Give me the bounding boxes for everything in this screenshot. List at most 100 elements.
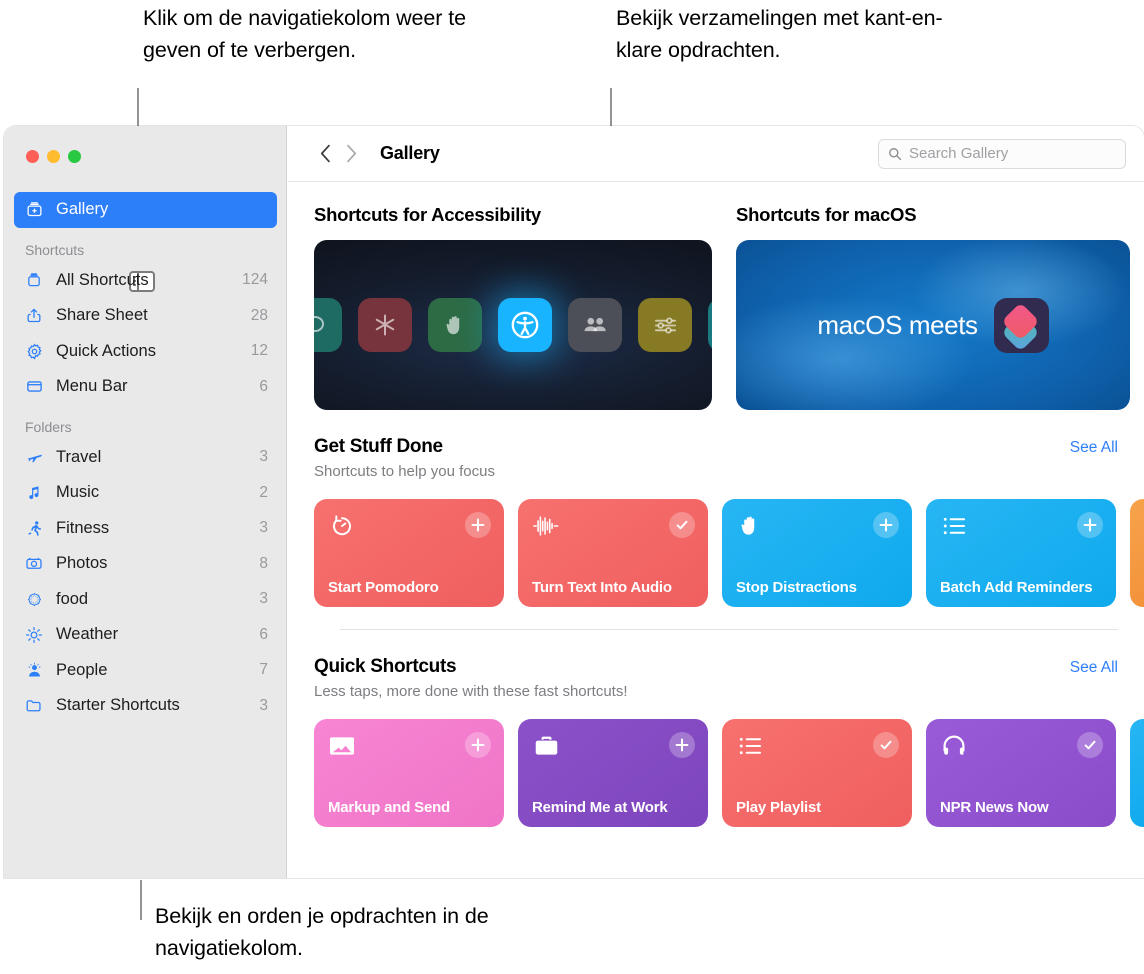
sidebar-item-gallery[interactable]: Gallery [14, 192, 277, 228]
sidebar-item-weather[interactable]: Weather 6 [14, 617, 277, 653]
music-note-icon [23, 482, 45, 504]
shortcuts-icon [23, 269, 45, 291]
shortcut-card[interactable]: Remind Me at Work [518, 719, 708, 827]
add-shortcut-button[interactable] [873, 512, 899, 538]
section-subtitle: Shortcuts to help you focus [314, 463, 495, 480]
add-shortcut-button[interactable] [465, 732, 491, 758]
gallery-icon [23, 199, 45, 221]
sparkle-circle-icon [23, 588, 45, 610]
search-input[interactable] [909, 145, 1116, 162]
plus-icon [708, 298, 712, 352]
sidebar-item-count: 3 [259, 519, 268, 537]
search-icon [888, 147, 902, 161]
page-root: Klik om de navigatiekolom weer te geven … [0, 0, 1144, 974]
shortcut-card-name: Markup and Send [328, 799, 451, 816]
sidebar-item-count: 124 [242, 271, 268, 289]
medical-asterisk-icon [358, 298, 412, 352]
sidebar-item-count: 7 [259, 661, 268, 679]
shortcut-card[interactable]: NPR News Now [926, 719, 1116, 827]
section-header: Get Stuff Done See All [314, 436, 1144, 458]
sidebar-item-label: Menu Bar [56, 377, 128, 396]
shortcut-card-partial[interactable] [1130, 499, 1144, 607]
shortcut-card[interactable]: Stop Distractions [722, 499, 912, 607]
content-area: Gallery Shortcuts for Accessibility [288, 126, 1144, 878]
section-subtitle: Less taps, more done with these fast sho… [314, 683, 628, 700]
added-check-badge[interactable] [1077, 732, 1103, 758]
shortcut-card-name: Remind Me at Work [532, 799, 668, 816]
shortcut-card-partial[interactable] [1130, 719, 1144, 827]
banner-accessibility[interactable]: Shortcuts for Accessibility [314, 204, 712, 410]
sidebar: Gallery Shortcuts All Shortcuts 124 Shar… [4, 126, 287, 878]
callout-sidebar-toggle: Klik om de navigatiekolom weer te geven … [143, 6, 466, 62]
zoom-button[interactable] [68, 150, 81, 163]
hand-raised-icon [736, 512, 764, 540]
sidebar-item-people[interactable]: People 7 [14, 653, 277, 689]
sidebar-section-header-folders: Folders [25, 418, 72, 435]
back-button[interactable] [312, 139, 338, 169]
sidebar-item-count: 8 [259, 554, 268, 572]
shortcuts-logo-icon [993, 297, 1049, 353]
see-all-link[interactable]: See All [1070, 439, 1118, 457]
sidebar-item-travel[interactable]: Travel 3 [14, 440, 277, 476]
sidebar-item-label: Quick Actions [56, 341, 156, 360]
share-icon [23, 305, 45, 327]
gallery-scroll-area[interactable]: Shortcuts for Accessibility Shortcuts fo… [288, 182, 1144, 878]
toolbar: Gallery [288, 126, 1144, 182]
sidebar-item-label: food [56, 589, 89, 608]
sidebar-item-food[interactable]: food 3 [14, 582, 277, 618]
add-shortcut-button[interactable] [1077, 512, 1103, 538]
shortcut-card[interactable]: Start Pomodoro [314, 499, 504, 607]
shortcuts-app-window: Gallery Shortcuts All Shortcuts 124 Shar… [4, 126, 1144, 878]
shortcut-card[interactable]: Batch Add Reminders [926, 499, 1116, 607]
banner-title: Shortcuts for macOS [736, 204, 917, 225]
sidebar-section-header-shortcuts: Shortcuts [25, 241, 85, 258]
photo-icon [328, 732, 356, 760]
sidebar-item-fitness[interactable]: Fitness 3 [14, 511, 277, 547]
sidebar-item-label: Share Sheet [56, 306, 148, 325]
added-check-badge[interactable] [873, 732, 899, 758]
banner-macos[interactable]: Shortcuts for macOS macOS meets [736, 204, 1130, 410]
sidebar-item-music[interactable]: Music 2 [14, 475, 277, 511]
sidebar-item-starter-shortcuts[interactable]: Starter Shortcuts 3 [14, 688, 277, 724]
add-shortcut-button[interactable] [465, 512, 491, 538]
sidebar-item-all-shortcuts[interactable]: All Shortcuts 124 [14, 263, 277, 299]
running-person-icon [23, 517, 45, 539]
shortcut-card-name: Stop Distractions [736, 579, 857, 596]
briefcase-icon [532, 732, 560, 760]
accessibility-app-icons [314, 298, 712, 352]
sidebar-item-share-sheet[interactable]: Share Sheet 28 [14, 298, 277, 334]
sidebar-list: Gallery Shortcuts All Shortcuts 124 Shar… [4, 192, 287, 724]
sidebar-item-quick-actions[interactable]: Quick Actions 12 [14, 334, 277, 370]
banner-title: Shortcuts for Accessibility [314, 204, 541, 225]
shortcut-card[interactable]: Markup and Send [314, 719, 504, 827]
banner-image[interactable] [314, 240, 712, 410]
list-icon [736, 732, 764, 760]
section-title: Quick Shortcuts [314, 656, 457, 677]
search-field[interactable] [878, 138, 1126, 169]
see-all-link[interactable]: See All [1070, 659, 1118, 677]
section-get-stuff-done: Get Stuff Done See All Shortcuts to help… [288, 436, 1144, 630]
sidebar-item-label: All Shortcuts [56, 270, 149, 289]
waveform-icon [532, 512, 560, 540]
shortcut-card-name: NPR News Now [940, 799, 1049, 816]
banner-image[interactable]: macOS meets [736, 240, 1130, 410]
headphones-icon [940, 732, 968, 760]
shortcut-card[interactable]: Play Playlist [722, 719, 912, 827]
forward-button[interactable] [338, 139, 364, 169]
added-check-badge[interactable] [669, 512, 695, 538]
sidebar-item-count: 6 [259, 377, 268, 395]
sliders-icon [638, 298, 692, 352]
shortcut-card[interactable]: Turn Text Into Audio [518, 499, 708, 607]
minimize-button[interactable] [47, 150, 60, 163]
sidebar-item-menu-bar[interactable]: Menu Bar 6 [14, 369, 277, 405]
featured-banner-row: Shortcuts for Accessibility Shortcuts fo… [288, 204, 1144, 410]
sidebar-item-count: 28 [250, 306, 268, 324]
sidebar-item-label: Photos [56, 554, 108, 573]
folder-icon [23, 695, 45, 717]
close-button[interactable] [26, 150, 39, 163]
sidebar-item-label: Gallery [56, 200, 109, 219]
page-title: Gallery [380, 143, 440, 163]
sidebar-item-photos[interactable]: Photos 8 [14, 546, 277, 582]
add-shortcut-button[interactable] [669, 732, 695, 758]
section-title: Get Stuff Done [314, 436, 443, 457]
